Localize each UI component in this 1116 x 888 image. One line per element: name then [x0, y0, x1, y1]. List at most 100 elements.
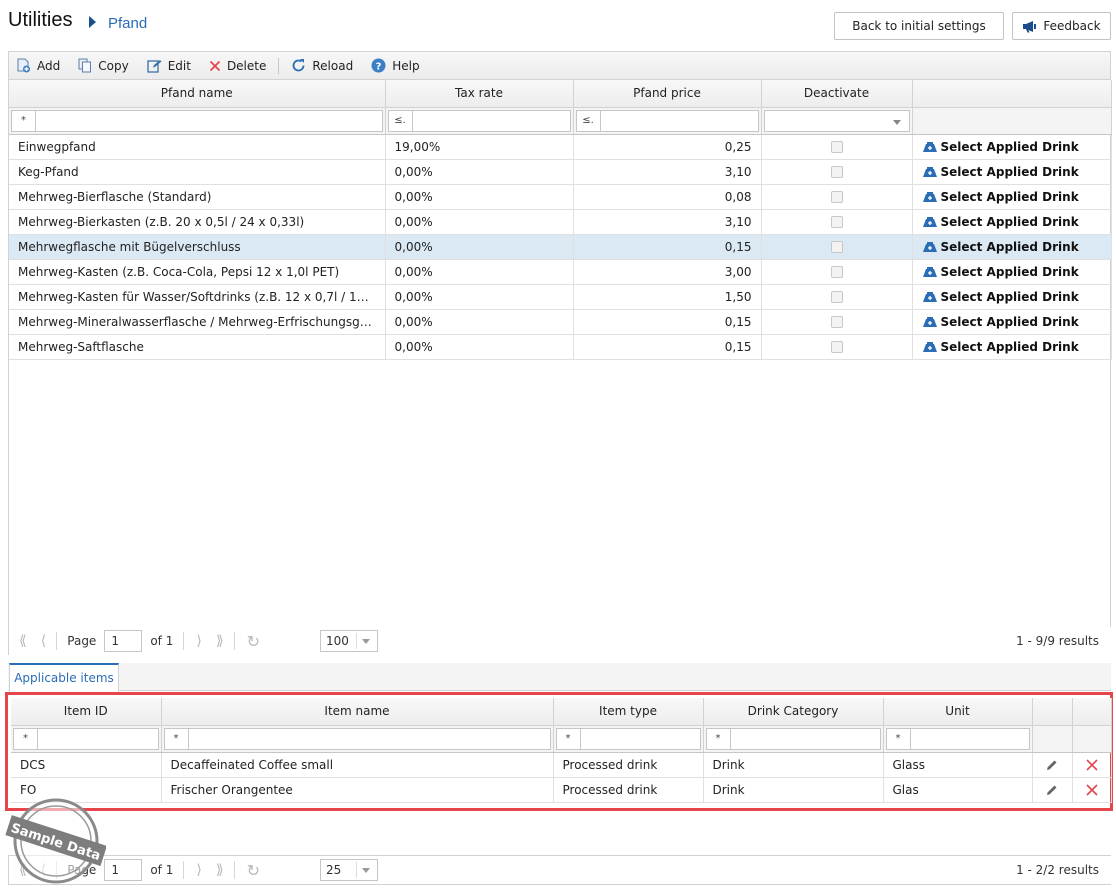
- table-row[interactable]: DCS Decaffeinated Coffee small Processed d…: [11, 752, 1112, 778]
- table-row[interactable]: Mehrweg-Bierflasche (Standard) 0,00% 0,08 S…: [9, 184, 1112, 210]
- filter-input[interactable]: [601, 111, 758, 131]
- close-icon: [1085, 758, 1098, 771]
- table-row[interactable]: Mehrweg-Mineralwasserflasche / Mehrweg-E…: [9, 309, 1112, 335]
- cell-action: Select Applied Drink: [912, 209, 1112, 235]
- table-row[interactable]: Einwegpfand 19,00% 0,25 Select Applied Drin…: [9, 134, 1112, 160]
- filter-item-type[interactable]: *: [555, 727, 701, 750]
- table-row[interactable]: Mehrwegflasche mit Bügelverschluss 0,00% 0…: [9, 234, 1112, 260]
- select-applied-drink-link[interactable]: Select Applied Drink: [922, 165, 1102, 179]
- edit-button[interactable]: Edit: [147, 59, 191, 73]
- column-header-deactivate[interactable]: Deactivate: [761, 80, 913, 108]
- select-applied-drink-link[interactable]: Select Applied Drink: [922, 140, 1102, 154]
- filter-operator[interactable]: *: [557, 728, 581, 749]
- next-page-icon[interactable]: ⟩: [196, 862, 201, 878]
- filter-cell-item-type: *: [553, 725, 704, 753]
- cell-item-type: Processed drink: [553, 752, 704, 778]
- filter-cell-drink-category: *: [703, 725, 884, 753]
- table-row[interactable]: Mehrweg-Bierkasten (z.B. 20 x 0,5l / 24 …: [9, 209, 1112, 235]
- column-header-item-type[interactable]: Item type: [553, 698, 704, 726]
- table-row[interactable]: FO Frischer Orangentee Processed drink Drin…: [11, 777, 1112, 803]
- deactivate-checkbox[interactable]: [830, 291, 843, 303]
- filter-item-id[interactable]: *: [13, 727, 159, 750]
- table-row[interactable]: Mehrweg-Saftflasche 0,00% 0,15 Select Appli…: [9, 334, 1112, 360]
- column-header-drink-category[interactable]: Drink Category: [703, 698, 884, 726]
- deactivate-checkbox[interactable]: [830, 341, 843, 353]
- column-header-pfand-name[interactable]: Pfand name: [9, 80, 386, 108]
- table-row[interactable]: Keg-Pfand 0,00% 3,10 Select Applied Drink: [9, 159, 1112, 185]
- applicable-items-pager-frame: ⟪ ⟨ Page 1 of 1 ⟩ ⟫ ↻ 25 1 - 2/2 results: [8, 855, 1111, 885]
- cell-pfand-name: Mehrweg-Mineralwasserflasche / Mehrweg-E…: [9, 309, 386, 335]
- filter-pfand-price[interactable]: ≤.: [575, 109, 759, 132]
- add-button[interactable]: Add: [17, 58, 60, 73]
- first-page-icon[interactable]: ⟪: [19, 633, 27, 649]
- filter-input[interactable]: [413, 111, 570, 131]
- page-number-input[interactable]: 1: [104, 859, 143, 881]
- drink-selector-icon: [922, 316, 937, 327]
- filter-drink-category[interactable]: *: [705, 727, 881, 750]
- select-applied-drink-link[interactable]: Select Applied Drink: [922, 190, 1102, 204]
- page-size-dropdown[interactable]: 100: [320, 630, 379, 652]
- filter-operator[interactable]: *: [12, 110, 36, 131]
- delete-button[interactable]: Delete: [209, 59, 266, 73]
- column-header-pfand-price[interactable]: Pfand price: [573, 80, 762, 108]
- breadcrumb-current[interactable]: Pfand: [108, 15, 147, 32]
- filter-operator[interactable]: *: [887, 728, 911, 749]
- filter-operator[interactable]: *: [707, 728, 731, 749]
- deactivate-checkbox[interactable]: [830, 191, 843, 203]
- filter-input[interactable]: [581, 729, 700, 749]
- back-to-initial-settings-button[interactable]: Back to initial settings: [834, 12, 1004, 40]
- cell-drink-category: Drink: [703, 777, 884, 803]
- deactivate-checkbox[interactable]: [830, 266, 843, 278]
- delete-row-button[interactable]: [1082, 783, 1102, 796]
- table-row[interactable]: Mehrweg-Kasten (z.B. Coca-Cola, Pepsi 12…: [9, 259, 1112, 285]
- filter-input[interactable]: [911, 729, 1029, 749]
- select-applied-drink-link[interactable]: Select Applied Drink: [922, 290, 1102, 304]
- page-size-dropdown[interactable]: 25: [320, 859, 379, 881]
- refresh-icon[interactable]: ↻: [247, 861, 260, 880]
- column-header-item-id[interactable]: Item ID: [11, 698, 162, 726]
- filter-deactivate-dropdown[interactable]: [763, 109, 910, 132]
- filter-unit[interactable]: *: [885, 727, 1030, 750]
- feedback-button[interactable]: Feedback: [1012, 12, 1111, 40]
- select-applied-drink-link[interactable]: Select Applied Drink: [922, 315, 1102, 329]
- filter-operator[interactable]: *: [14, 728, 38, 749]
- reload-button[interactable]: Reload: [291, 58, 353, 73]
- filter-operator[interactable]: ≤.: [389, 110, 413, 131]
- refresh-icon[interactable]: ↻: [247, 632, 260, 651]
- column-header-item-name[interactable]: Item name: [161, 698, 554, 726]
- select-applied-drink-link[interactable]: Select Applied Drink: [922, 215, 1102, 229]
- filter-tax-rate[interactable]: ≤.: [387, 109, 571, 132]
- filter-item-name[interactable]: *: [163, 727, 551, 750]
- column-header-unit[interactable]: Unit: [883, 698, 1033, 726]
- table-row[interactable]: Mehrweg-Kasten für Wasser/Softdrinks (z.…: [9, 284, 1112, 310]
- tab-applicable-items[interactable]: Applicable items: [9, 663, 119, 692]
- column-header-edit: [1032, 698, 1073, 726]
- copy-button[interactable]: Copy: [78, 58, 129, 73]
- filter-operator[interactable]: *: [165, 728, 189, 749]
- last-page-icon[interactable]: ⟫: [216, 862, 224, 878]
- deactivate-checkbox[interactable]: [830, 166, 843, 178]
- edit-row-button[interactable]: [1042, 759, 1063, 771]
- page-number-input[interactable]: 1: [104, 630, 143, 652]
- deactivate-checkbox[interactable]: [830, 141, 843, 153]
- deactivate-checkbox[interactable]: [830, 216, 843, 228]
- help-button[interactable]: ? Help: [371, 58, 420, 73]
- filter-pfand-name[interactable]: *: [11, 109, 383, 132]
- prev-page-icon[interactable]: ⟨: [41, 633, 46, 649]
- select-applied-drink-link[interactable]: Select Applied Drink: [922, 265, 1102, 279]
- filter-input[interactable]: [36, 111, 382, 131]
- select-applied-drink-link[interactable]: Select Applied Drink: [922, 240, 1102, 254]
- deactivate-checkbox[interactable]: [830, 316, 843, 328]
- filter-input[interactable]: [189, 729, 550, 749]
- select-applied-drink-link[interactable]: Select Applied Drink: [922, 340, 1102, 354]
- cell-action: Select Applied Drink: [912, 184, 1112, 210]
- filter-input[interactable]: [38, 729, 158, 749]
- filter-operator[interactable]: ≤.: [577, 110, 601, 131]
- next-page-icon[interactable]: ⟩: [196, 633, 201, 649]
- edit-row-button[interactable]: [1042, 784, 1063, 796]
- delete-row-button[interactable]: [1082, 758, 1102, 771]
- column-header-tax-rate[interactable]: Tax rate: [385, 80, 574, 108]
- deactivate-checkbox[interactable]: [830, 241, 843, 253]
- filter-input[interactable]: [731, 729, 880, 749]
- last-page-icon[interactable]: ⟫: [216, 633, 224, 649]
